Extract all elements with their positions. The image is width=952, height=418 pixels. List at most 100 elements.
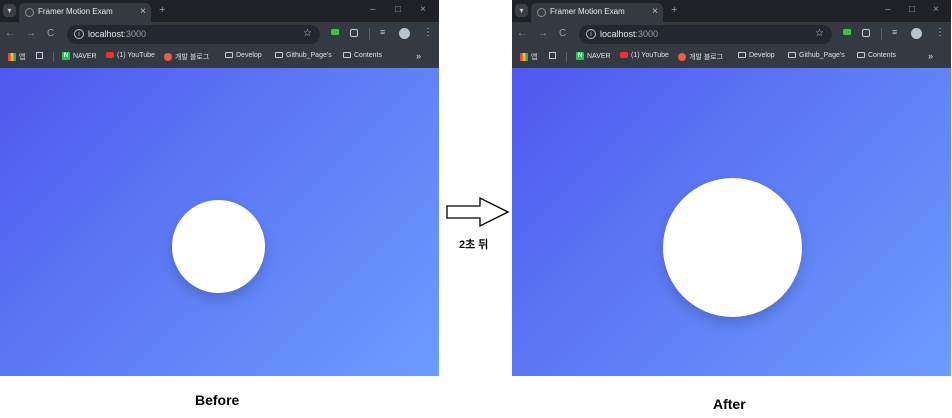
bookmark-star-icon[interactable]: ☆ <box>303 28 312 39</box>
url-text: localhost:3000 <box>88 29 146 39</box>
back-button[interactable]: ← <box>517 28 527 39</box>
naver-icon: N <box>576 52 584 60</box>
folder-icon <box>738 52 746 59</box>
bookmark-develop[interactable]: Develop <box>225 52 262 59</box>
folder-icon <box>225 52 233 59</box>
bookmark-dev-blog[interactable]: 개발 블로그 <box>164 52 209 62</box>
forward-button[interactable]: → <box>26 28 36 39</box>
tab-close-button[interactable]: × <box>652 6 658 17</box>
folder-icon <box>343 52 351 59</box>
bookmark-apps[interactable]: 앱 <box>520 52 537 62</box>
bookmark-github-pages[interactable]: Github_Page's <box>275 52 332 59</box>
site-info-icon[interactable]: i <box>74 29 84 39</box>
after-caption: After <box>713 396 746 412</box>
tab-title: Framer Motion Exam <box>550 7 625 16</box>
extension-icon[interactable] <box>843 29 851 35</box>
active-tab[interactable]: Framer Motion Exam × <box>531 3 663 22</box>
right-arrow-icon <box>446 196 510 228</box>
globe-icon <box>25 8 34 17</box>
bookmark-youtube[interactable]: (1) YouTube <box>620 52 669 59</box>
folder-icon <box>788 52 796 59</box>
maximize-button[interactable]: □ <box>909 4 915 15</box>
bookmark-youtube[interactable]: (1) YouTube <box>106 52 155 59</box>
tab-strip: ▾ Framer Motion Exam × + – □ × <box>512 0 951 22</box>
extensions-puzzle-icon[interactable] <box>862 29 870 37</box>
url-host: localhost <box>600 29 636 39</box>
url-port: :3000 <box>123 29 147 39</box>
bookmark-contents[interactable]: Contents <box>857 52 896 59</box>
bookmarks-bar: 앱 N NAVER (1) YouTube 개발 블로그 Develop Gith… <box>512 47 951 68</box>
url-port: :3000 <box>635 29 659 39</box>
reload-button[interactable]: C <box>47 28 54 39</box>
minimize-button[interactable]: – <box>370 4 376 15</box>
new-tab-button[interactable]: + <box>671 4 677 16</box>
active-tab[interactable]: Framer Motion Exam × <box>19 3 151 22</box>
new-tab-button[interactable]: + <box>159 4 165 16</box>
browser-toolbar: ← → C i localhost:3000 ☆ ≡ ⋮ <box>512 22 951 47</box>
bookmarks-overflow-button[interactable]: » <box>416 51 421 61</box>
tab-search-button[interactable]: ▾ <box>3 4 16 17</box>
bookmark-apps[interactable]: 앱 <box>8 52 25 62</box>
address-bar[interactable]: i localhost:3000 ☆ <box>67 25 320 44</box>
animated-circle <box>663 178 802 317</box>
close-window-button[interactable]: × <box>933 4 939 15</box>
bookmark-dev-blog[interactable]: 개발 블로그 <box>678 52 723 62</box>
grid-icon <box>549 52 556 59</box>
menu-kebab-icon[interactable]: ⋮ <box>423 27 433 38</box>
transition-caption: 2초 뒤 <box>459 239 489 251</box>
maximize-button[interactable]: □ <box>395 4 401 15</box>
after-browser-window: ▾ Framer Motion Exam × + – □ × ← → C i l… <box>512 0 951 376</box>
globe-icon <box>537 8 546 17</box>
animated-circle <box>172 200 265 293</box>
apps-icon <box>8 53 16 62</box>
bookmark-grid[interactable] <box>36 52 46 59</box>
close-window-button[interactable]: × <box>420 4 426 15</box>
youtube-icon <box>106 52 114 59</box>
folder-icon <box>857 52 865 59</box>
before-browser-window: ▾ Framer Motion Exam × + – □ × ← → C i l… <box>0 0 439 376</box>
youtube-icon <box>620 52 628 59</box>
bookmark-naver[interactable]: N NAVER <box>62 52 97 60</box>
toolbar-divider <box>881 28 882 40</box>
folder-icon <box>275 52 283 59</box>
blog-icon <box>678 53 686 62</box>
url-host: localhost <box>88 29 124 39</box>
tab-strip: ▾ Framer Motion Exam × + – □ × <box>0 0 439 22</box>
forward-button[interactable]: → <box>538 28 548 39</box>
site-info-icon[interactable]: i <box>586 29 596 39</box>
blog-icon <box>164 53 172 62</box>
grid-icon <box>36 52 43 59</box>
toolbar-divider <box>369 28 370 40</box>
bookmark-star-icon[interactable]: ☆ <box>815 28 824 39</box>
url-text: localhost:3000 <box>600 29 658 39</box>
bookmark-contents[interactable]: Contents <box>343 52 382 59</box>
bookmark-separator <box>53 52 54 62</box>
back-button[interactable]: ← <box>5 28 15 39</box>
page-viewport <box>512 68 951 376</box>
minimize-button[interactable]: – <box>885 4 891 15</box>
page-viewport <box>0 68 439 376</box>
profile-avatar[interactable] <box>911 28 922 39</box>
extensions-puzzle-icon[interactable] <box>350 29 358 37</box>
bookmark-separator <box>566 52 567 62</box>
profile-avatar[interactable] <box>399 28 410 39</box>
menu-kebab-icon[interactable]: ⋮ <box>935 27 945 38</box>
tab-search-button[interactable]: ▾ <box>515 4 528 17</box>
tab-title: Framer Motion Exam <box>38 7 113 16</box>
extension-icon[interactable] <box>331 29 339 35</box>
bookmark-naver[interactable]: N NAVER <box>576 52 611 60</box>
reload-button[interactable]: C <box>559 28 566 39</box>
bookmark-github-pages[interactable]: Github_Page's <box>788 52 845 59</box>
tab-close-button[interactable]: × <box>140 6 146 17</box>
reading-list-icon[interactable]: ≡ <box>892 27 897 37</box>
bookmark-grid[interactable] <box>549 52 559 59</box>
bookmarks-bar: 앱 N NAVER (1) YouTube 개발 블로그 Develop Gith… <box>0 47 439 68</box>
browser-toolbar: ← → C i localhost:3000 ☆ ≡ ⋮ <box>0 22 439 47</box>
bookmark-develop[interactable]: Develop <box>738 52 775 59</box>
address-bar[interactable]: i localhost:3000 ☆ <box>579 25 832 44</box>
bookmarks-overflow-button[interactable]: » <box>928 51 933 61</box>
naver-icon: N <box>62 52 70 60</box>
apps-icon <box>520 53 528 62</box>
reading-list-icon[interactable]: ≡ <box>380 27 385 37</box>
before-caption: Before <box>195 392 240 408</box>
